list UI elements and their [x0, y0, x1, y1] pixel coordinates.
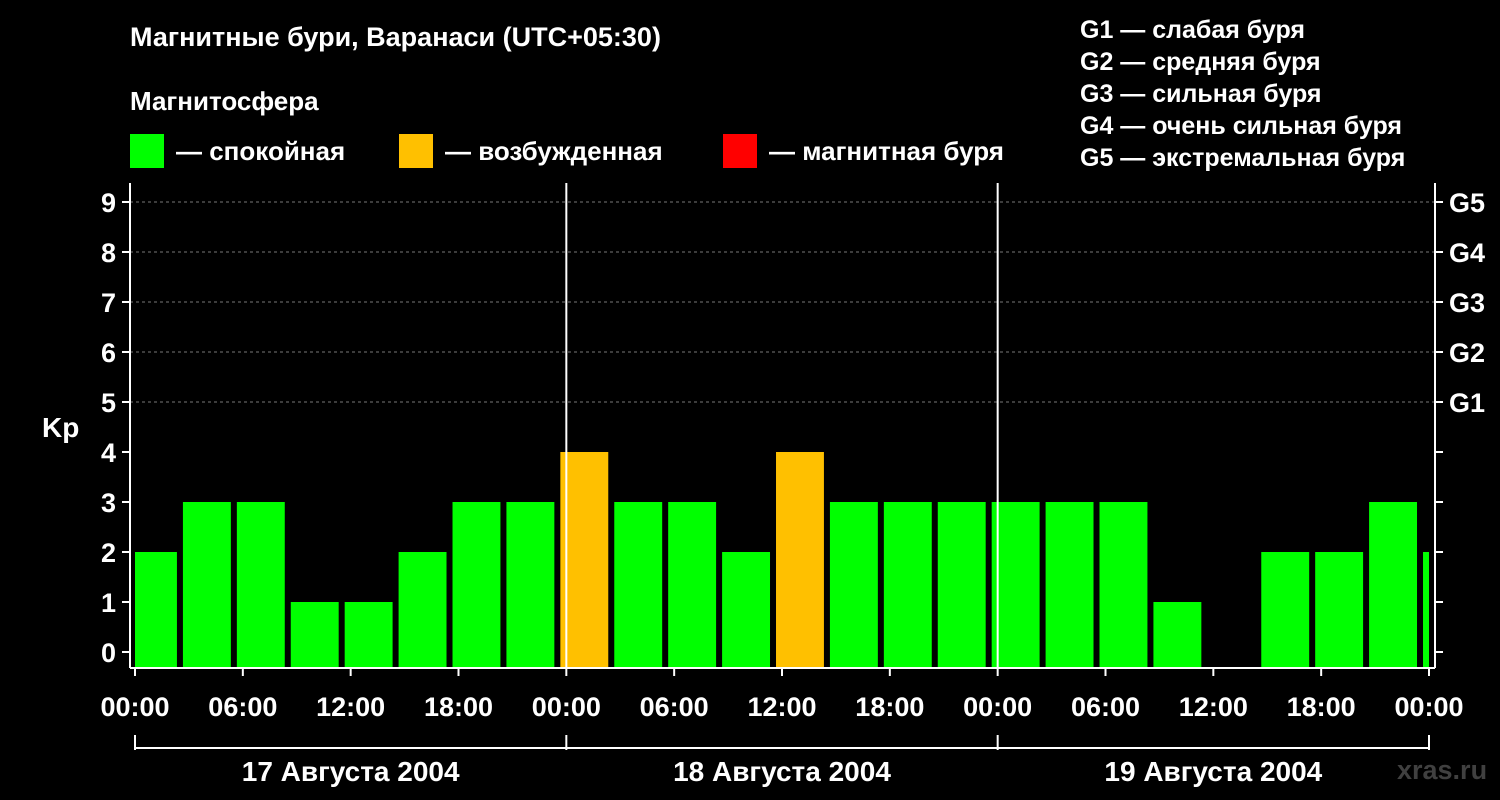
- x-tick-label-8: 00:00: [963, 692, 1032, 722]
- y-tick-label-6: 6: [101, 338, 116, 368]
- bar-21: [1261, 552, 1310, 668]
- x-tick-label-1: 06:00: [208, 692, 277, 722]
- g-level-label-g1: G1: [1449, 388, 1485, 418]
- y-tick-label-7: 7: [101, 288, 116, 318]
- y-tick-label-4: 4: [101, 438, 116, 468]
- bar-7: [506, 502, 555, 668]
- y-tick-label-8: 8: [101, 238, 116, 268]
- bar-13: [829, 502, 878, 668]
- y-tick-label-9: 9: [101, 188, 116, 218]
- bar-10: [668, 502, 717, 668]
- y-tick-label-0: 0: [101, 638, 116, 668]
- day-label-2: 19 Августа 2004: [1104, 756, 1322, 787]
- bar-6: [452, 502, 501, 668]
- g-level-label-g2: G2: [1449, 338, 1485, 368]
- bar-2: [236, 502, 285, 668]
- bar-12: [776, 452, 824, 668]
- bar-17: [1045, 502, 1094, 668]
- x-tick-label-9: 06:00: [1071, 692, 1140, 722]
- bar-0: [135, 552, 177, 668]
- bar-4: [344, 602, 393, 668]
- y-tick-label-5: 5: [101, 388, 116, 418]
- x-tick-label-10: 12:00: [1179, 692, 1248, 722]
- x-tick-label-2: 12:00: [316, 692, 385, 722]
- g-level-label-g5: G5: [1449, 188, 1485, 218]
- g-level-label-g4: G4: [1449, 238, 1485, 268]
- bar-18: [1099, 502, 1148, 668]
- bar-14: [883, 502, 932, 668]
- bar-3: [290, 602, 339, 668]
- y-tick-label-3: 3: [101, 488, 116, 518]
- x-tick-label-7: 18:00: [855, 692, 924, 722]
- bar-1: [182, 502, 231, 668]
- g-level-label-g3: G3: [1449, 288, 1485, 318]
- x-tick-label-0: 00:00: [100, 692, 169, 722]
- x-tick-label-4: 00:00: [532, 692, 601, 722]
- day-label-0: 17 Августа 2004: [242, 756, 460, 787]
- bar-24: [1423, 552, 1429, 668]
- bar-19: [1153, 602, 1202, 668]
- x-tick-label-6: 12:00: [747, 692, 816, 722]
- bar-9: [614, 502, 663, 668]
- bar-11: [722, 552, 771, 668]
- bar-23: [1369, 502, 1418, 668]
- x-tick-label-12: 00:00: [1394, 692, 1463, 722]
- kp-bar-chart: 0 1 2 3 4 5 6 7 8 9 G1 G2 G3 G4 G5 00:00 06:00 12:00 18:00…: [100, 183, 1485, 787]
- y-tick-label-2: 2: [101, 538, 116, 568]
- x-tick-label-5: 06:00: [640, 692, 709, 722]
- bar-5: [398, 552, 447, 668]
- day-label-1: 18 Августа 2004: [673, 756, 891, 787]
- bar-16: [991, 502, 1040, 668]
- y-tick-label-1: 1: [101, 588, 116, 618]
- bar-8: [560, 452, 609, 668]
- bar-22: [1315, 552, 1364, 668]
- x-tick-label-11: 18:00: [1287, 692, 1356, 722]
- bar-15: [937, 502, 986, 668]
- x-tick-label-3: 18:00: [424, 692, 493, 722]
